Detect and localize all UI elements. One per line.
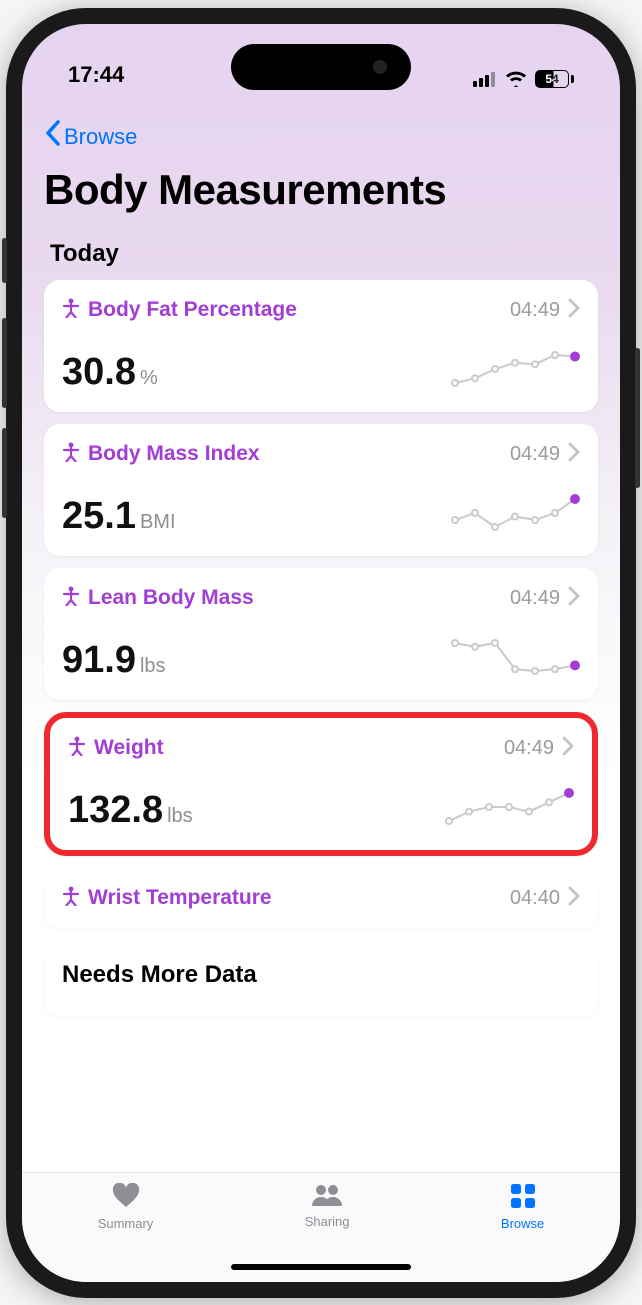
card-body: 30.8% <box>62 349 580 394</box>
card-wrist-temperature[interactable]: Wrist Temperature04:40 <box>44 868 598 929</box>
measurement-value: 91.9lbs <box>62 639 166 682</box>
sparkline <box>444 787 574 832</box>
person-icon <box>62 298 80 323</box>
section-today: Today <box>22 234 620 280</box>
tab-sharing[interactable]: Sharing <box>305 1183 350 1229</box>
chevron-right-icon <box>568 442 580 467</box>
measurement-value: 30.8% <box>62 351 158 394</box>
needs-more-data[interactable]: Needs More Data <box>44 941 598 1017</box>
tab-browse[interactable]: Browse <box>501 1183 544 1231</box>
cards-list: Body Fat Percentage04:4930.8%Body Mass I… <box>22 280 620 1172</box>
card-body-mass-index[interactable]: Body Mass Index04:49 25.1BMI <box>44 424 598 556</box>
tab-label: Browse <box>501 1216 544 1231</box>
chevron-right-icon <box>562 736 574 761</box>
card-time: 04:40 <box>510 887 560 910</box>
card-body: 91.9lbs <box>62 637 580 682</box>
phone-frame: 17:44 54 Browse Body Measurements Today … <box>6 8 636 1298</box>
person-icon <box>62 586 80 611</box>
card-body: 132.8lbs <box>68 787 574 832</box>
tab-summary[interactable]: Summary <box>98 1183 154 1231</box>
home-indicator <box>231 1264 411 1270</box>
chevron-right-icon <box>568 298 580 323</box>
card-title: Body Mass Index <box>88 442 510 466</box>
power-button <box>635 348 640 488</box>
sparkline <box>450 637 580 682</box>
screen: 17:44 54 Browse Body Measurements Today … <box>22 24 620 1282</box>
person-icon <box>68 736 86 761</box>
side-button <box>2 238 7 283</box>
wifi-icon <box>505 71 527 87</box>
card-title: Body Fat Percentage <box>88 298 510 322</box>
card-header: Body Fat Percentage04:49 <box>62 298 580 323</box>
people-icon <box>310 1183 344 1210</box>
measurement-value: 25.1BMI <box>62 495 176 538</box>
measurement-value: 132.8lbs <box>68 789 193 832</box>
page-title: Body Measurements <box>22 162 620 234</box>
card-header: Lean Body Mass04:49 <box>62 586 580 611</box>
card-title: Wrist Temperature <box>88 886 510 910</box>
volume-up <box>2 318 7 408</box>
chevron-right-icon <box>568 586 580 611</box>
nav-back-label: Browse <box>64 124 137 150</box>
tab-label: Summary <box>98 1216 154 1231</box>
card-header: Body Mass Index04:49 <box>62 442 580 467</box>
nav-back[interactable]: Browse <box>22 94 620 162</box>
heart-icon <box>111 1183 141 1212</box>
sparkline <box>450 493 580 538</box>
grid-icon <box>510 1183 536 1212</box>
dynamic-island <box>231 44 411 90</box>
card-weight[interactable]: Weight04:49 132.8lbs <box>44 712 598 856</box>
card-header: Weight04:49 <box>68 736 574 761</box>
battery-icon: 54 <box>535 70 574 88</box>
cellular-icon <box>473 71 497 87</box>
card-body-fat-percentage[interactable]: Body Fat Percentage04:49 30.8% <box>44 280 598 412</box>
card-lean-body-mass[interactable]: Lean Body Mass04:49 91.9lbs <box>44 568 598 700</box>
volume-down <box>2 428 7 518</box>
chevron-right-icon <box>568 886 580 911</box>
person-icon <box>62 886 80 911</box>
card-time: 04:49 <box>510 587 560 610</box>
person-icon <box>62 442 80 467</box>
status-right: 54 <box>473 70 574 88</box>
status-time: 17:44 <box>68 62 124 88</box>
tab-label: Sharing <box>305 1214 350 1229</box>
card-header: Wrist Temperature04:40 <box>62 886 580 911</box>
card-time: 04:49 <box>510 299 560 322</box>
sparkline <box>450 349 580 394</box>
card-time: 04:49 <box>510 443 560 466</box>
card-body: 25.1BMI <box>62 493 580 538</box>
card-time: 04:49 <box>504 737 554 760</box>
chevron-left-icon <box>44 120 62 154</box>
card-title: Lean Body Mass <box>88 586 510 610</box>
card-title: Weight <box>94 736 504 760</box>
